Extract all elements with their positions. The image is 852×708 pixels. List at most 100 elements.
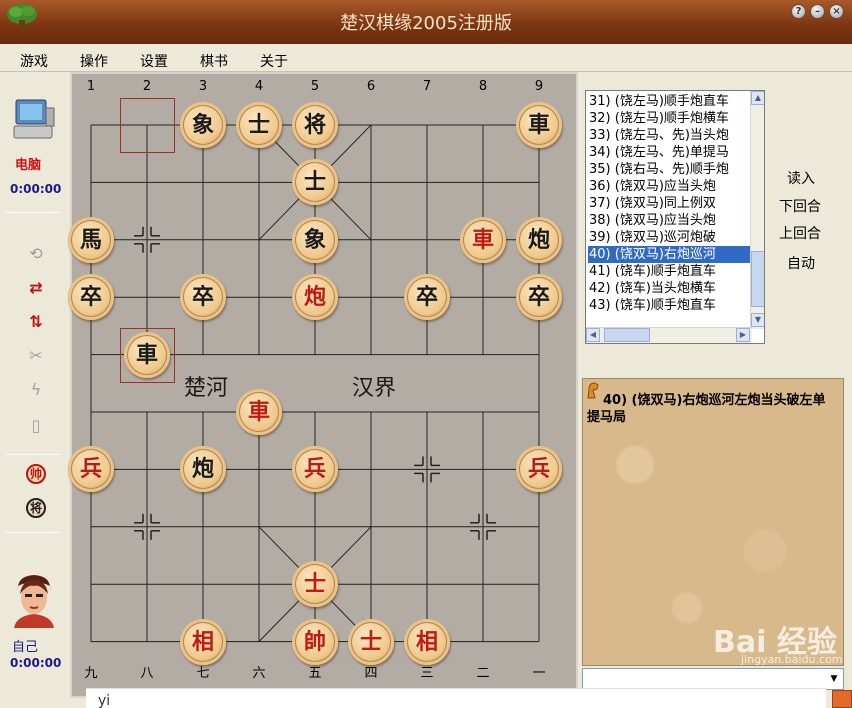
red-piece[interactable]: 士 (348, 618, 394, 665)
next-round-button[interactable]: 下回合 (779, 196, 821, 216)
link-icon[interactable]: ⟲ (25, 244, 47, 264)
computer-timer: 0:00:00 (10, 182, 62, 196)
red-piece[interactable]: 炮 (292, 274, 338, 321)
opening-list-item[interactable]: 38) (饶双马)应当头炮 (588, 212, 750, 229)
black-piece[interactable]: 車 (124, 331, 170, 378)
opening-list-item[interactable]: 40) (饶双马)右炮巡河 (588, 246, 750, 263)
separator (6, 454, 60, 455)
load-button[interactable]: 读入 (787, 168, 815, 188)
hscroll-thumb[interactable] (604, 328, 650, 342)
scroll-right-icon[interactable]: ▶ (736, 328, 750, 342)
file-coord-bottom: 四 (364, 666, 378, 681)
file-coord-bottom: 五 (308, 666, 322, 681)
opening-list-item[interactable]: 43) (饶车)顺手炮直车 (588, 297, 750, 314)
red-piece[interactable]: 士 (292, 561, 338, 608)
black-piece[interactable]: 将 (292, 102, 338, 148)
self-label: 自己 (12, 640, 39, 655)
menu-about[interactable]: 关于 (260, 51, 288, 71)
scroll-down-icon[interactable]: ▼ (751, 313, 764, 327)
black-piece[interactable]: 卒 (68, 274, 114, 321)
opening-list-item[interactable]: 31) (饶左马)顺手炮直车 (588, 93, 750, 110)
lightning-icon[interactable]: ϟ (25, 380, 47, 400)
file-coord-bottom: 八 (140, 666, 154, 681)
black-general-button[interactable]: 将 (26, 498, 46, 518)
menu-game[interactable]: 游戏 (20, 51, 48, 71)
opening-list-item[interactable]: 36) (饶双马)应当头炮 (588, 178, 750, 195)
vertical-scrollbar[interactable]: ▲ ▼ (750, 91, 764, 329)
avatar (10, 572, 58, 628)
auto-button[interactable]: 自动 (787, 253, 815, 273)
watermark-url: jingyan.baidu.com (741, 653, 843, 666)
file-coord-bottom: 一 (532, 666, 546, 681)
red-piece[interactable]: 相 (180, 618, 226, 665)
red-piece[interactable]: 相 (404, 618, 450, 665)
black-piece[interactable]: 卒 (516, 274, 562, 321)
black-piece[interactable]: 卒 (180, 274, 226, 321)
prev-round-button[interactable]: 上回合 (779, 223, 821, 243)
red-piece[interactable]: 車 (236, 389, 282, 435)
separator (6, 532, 60, 533)
file-coord-bottom: 九 (84, 666, 98, 681)
black-piece[interactable]: 士 (236, 102, 282, 148)
river-label-chu: 楚河 (184, 376, 229, 401)
red-general-button[interactable]: 帅 (26, 464, 46, 484)
file-coord-top: 2 (142, 79, 152, 94)
black-piece[interactable]: 馬 (68, 216, 114, 263)
move-highlight-box (120, 98, 175, 153)
scroll-left-icon[interactable]: ◀ (586, 328, 600, 342)
right-panel: 31) (饶左马)顺手炮直车 32) (饶左马)顺手炮横车 33) (饶左马、先)当… (580, 72, 852, 708)
red-piece[interactable]: 車 (460, 216, 506, 263)
comment-text: 40) (饶双马)右炮巡河左炮当头破左单提马局 (587, 393, 826, 425)
computer-label: 电脑 (15, 158, 42, 173)
comment-panel: 40) (饶双马)右炮巡河左炮当头破左单提马局 Bai 经验 jingyan.b… (582, 378, 844, 666)
self-timer: 0:00:00 (10, 656, 62, 670)
close-button[interactable]: × (829, 4, 844, 19)
flip-icon[interactable]: ⇅ (25, 312, 47, 332)
file-coord-top: 3 (198, 79, 208, 94)
computer-icon (12, 98, 56, 142)
black-piece[interactable]: 卒 (404, 274, 450, 321)
black-piece[interactable]: 炮 (516, 216, 562, 263)
black-piece[interactable]: 象 (180, 102, 226, 148)
scroll-up-icon[interactable]: ▲ (751, 91, 764, 105)
menu-chess-book[interactable]: 棋书 (200, 51, 228, 71)
opening-list-item[interactable]: 32) (饶左马)顺手炮横车 (588, 110, 750, 127)
opening-list-item[interactable]: 41) (饶车)顺手炮直车 (588, 263, 750, 280)
opening-list-item[interactable]: 35) (饶右马、先)顺手炮 (588, 161, 750, 178)
file-coord-top: 6 (366, 79, 376, 94)
opening-list-item[interactable]: 34) (饶左马、先)单提马 (588, 144, 750, 161)
file-coord-bottom: 六 (252, 666, 266, 681)
left-toolbar: 电脑 0:00:00 ⟲ ⇄ ⇅ ✂ ϟ ▯ 帅 将 自己 0:00:00 (0, 72, 66, 708)
ime-input-bar: yi (86, 688, 826, 708)
black-piece[interactable]: 車 (516, 102, 562, 148)
river-label-han: 汉界 (352, 376, 397, 401)
minimize-button[interactable]: – (810, 4, 825, 19)
window-title: 楚汉棋缘2005注册版 (340, 13, 512, 34)
file-coord-top: 1 (86, 79, 96, 94)
bottom-combo-box[interactable]: ▼ (582, 668, 844, 690)
horizontal-scrollbar[interactable]: ◀ ▶ (586, 327, 752, 343)
opening-list-item[interactable]: 33) (饶左马、先)当头炮 (588, 127, 750, 144)
menu-operate[interactable]: 操作 (80, 51, 108, 71)
opening-list[interactable]: 31) (饶左马)顺手炮直车 32) (饶左马)顺手炮横车 33) (饶左马、先)当… (585, 90, 765, 344)
dropdown-arrow-icon[interactable]: ▼ (827, 671, 841, 687)
file-coord-bottom: 二 (476, 666, 490, 681)
help-button[interactable]: ? (791, 4, 806, 19)
file-coord-top: 5 (310, 79, 320, 94)
hint-icon[interactable]: ✂ (25, 346, 47, 366)
black-piece[interactable]: 象 (292, 216, 338, 263)
opening-list-item[interactable]: 39) (饶双马)巡河炮破 (588, 229, 750, 246)
title-bar: 楚汉棋缘2005注册版 ? – × (0, 0, 852, 44)
opening-list-item[interactable]: 42) (饶车)当头炮横车 (588, 280, 750, 297)
swap-icon[interactable]: ⇄ (25, 278, 47, 298)
file-coord-bottom: 七 (196, 666, 210, 681)
menu-settings[interactable]: 设置 (140, 51, 168, 71)
opening-list-item[interactable]: 37) (饶双马)同上例双 (588, 195, 750, 212)
separator (6, 212, 60, 213)
red-piece[interactable]: 帥 (292, 618, 338, 665)
chess-board[interactable]: 123456789 九八七六五四三二一 楚河 汉界 象士将車士馬象車炮卒卒炮卒卒… (68, 72, 578, 698)
menu-bar: 游戏 操作 设置 棋书 关于 (0, 44, 852, 72)
page-icon[interactable]: ▯ (25, 416, 47, 436)
scroll-thumb[interactable] (751, 251, 764, 307)
file-coord-bottom: 三 (420, 666, 434, 681)
